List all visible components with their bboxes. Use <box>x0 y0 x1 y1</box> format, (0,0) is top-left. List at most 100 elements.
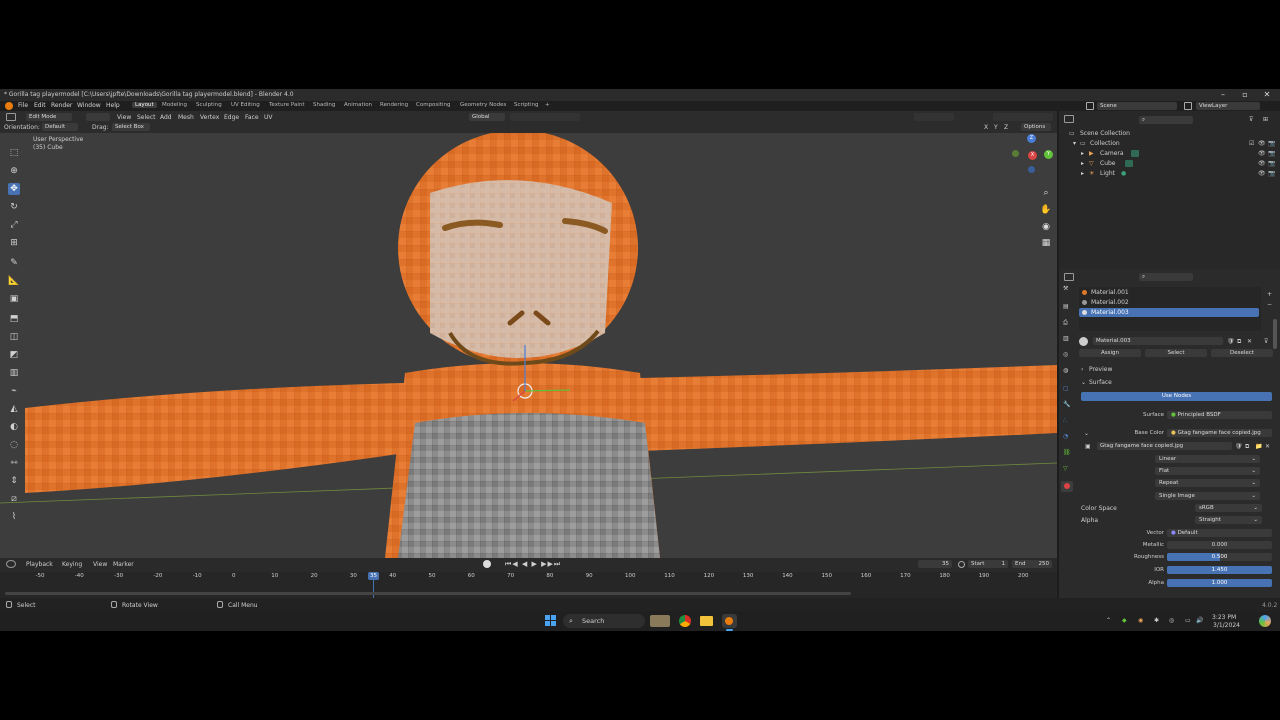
properties-scrollbar[interactable] <box>1273 319 1277 349</box>
annotate-tool-icon[interactable]: ✎ <box>8 257 20 269</box>
interpolation-select[interactable]: Linear ⌄ <box>1155 455 1260 463</box>
spin-tool-icon[interactable]: ◐ <box>8 421 20 433</box>
menu-select[interactable]: Select <box>137 114 156 121</box>
cube-mesh-data-icon[interactable] <box>1125 160 1133 167</box>
tab-scripting[interactable]: Scripting <box>511 102 541 108</box>
material-filter-icon[interactable]: ⊽ <box>1264 338 1268 345</box>
unlink-image-icon[interactable]: ✕ <box>1265 443 1270 450</box>
gizmo-x-axis[interactable]: X <box>1028 151 1037 160</box>
image-icon[interactable]: ▣ <box>1085 443 1091 450</box>
navigation-gizmo[interactable]: Z Y X <box>1010 133 1056 179</box>
menu-window[interactable]: Window <box>77 102 101 109</box>
gizmo-neg-z[interactable] <box>1028 166 1035 173</box>
tray-app-icon[interactable]: ◉ <box>1138 617 1143 624</box>
blender-logo-icon[interactable] <box>5 102 13 110</box>
menu-edit[interactable]: Edit <box>34 102 46 109</box>
scale-tool-icon[interactable]: ⤢ <box>8 219 20 231</box>
material-slot-1[interactable]: Material.001 <box>1091 289 1129 296</box>
tab-sculpting[interactable]: Sculpting <box>193 102 225 108</box>
add-material-slot-icon[interactable]: + <box>1267 291 1272 298</box>
alpha-slider[interactable]: 1.000 <box>1167 579 1272 587</box>
tab-rendering[interactable]: Rendering <box>377 102 411 108</box>
network-icon[interactable]: ▭ <box>1185 617 1191 624</box>
light-visibility-icon[interactable]: 👁 <box>1258 170 1266 177</box>
menu-help[interactable]: Help <box>106 102 120 109</box>
unlink-material-icon[interactable]: ✕ <box>1247 338 1252 345</box>
taskbar-search[interactable]: ⌕ Search <box>563 614 645 628</box>
image-fake-user-icon[interactable]: 🛡 <box>1235 443 1243 450</box>
material-name-field[interactable]: Material.003 <box>1093 337 1223 345</box>
camera-visibility-icon[interactable]: 👁 <box>1258 150 1266 157</box>
blender-taskbar-icon[interactable] <box>722 614 737 628</box>
clock-time[interactable]: 3:23 PM <box>1212 614 1236 621</box>
material-slot-list[interactable]: Material.001 Material.002 Material.003 <box>1079 287 1261 331</box>
menu-vertex[interactable]: Vertex <box>200 114 219 121</box>
object-tab-icon[interactable]: ▢ <box>1063 385 1069 392</box>
perspective-toggle-icon[interactable]: ▦ <box>1040 237 1052 249</box>
alpha-mode-select[interactable]: Straight ⌄ <box>1195 516 1262 524</box>
drag-selector[interactable]: Select Box <box>112 123 150 131</box>
timeline-scrollbar[interactable] <box>5 592 851 595</box>
particles-tab-icon[interactable]: ∴ <box>1063 417 1067 424</box>
tab-modeling[interactable]: Modeling <box>159 102 190 108</box>
outliner-editor-icon[interactable] <box>1064 115 1074 123</box>
outliner-search-input[interactable]: ⌕ <box>1139 116 1193 124</box>
tray-app-icon[interactable]: ◎ <box>1169 617 1174 624</box>
material-tab-icon[interactable] <box>1061 481 1073 492</box>
menu-view[interactable]: View <box>117 114 131 121</box>
menu-mesh[interactable]: Mesh <box>178 114 194 121</box>
knife-tool-icon[interactable]: ⌁ <box>8 385 20 397</box>
tab-geometry-nodes[interactable]: Geometry Nodes <box>457 102 509 108</box>
view-layer-icon[interactable] <box>1184 102 1192 110</box>
select-box-icon[interactable]: ⬚ <box>8 147 20 159</box>
tray-chevron-icon[interactable]: ⌃ <box>1106 617 1111 624</box>
add-workspace-button[interactable]: + <box>542 102 553 108</box>
surface-panel-header[interactable]: Surface <box>1089 379 1112 386</box>
tab-compositing[interactable]: Compositing <box>413 102 453 108</box>
fake-user-icon[interactable]: 🛡 <box>1227 338 1235 345</box>
pan-hand-icon[interactable]: ✋ <box>1040 204 1052 216</box>
preview-panel-header[interactable]: Preview <box>1089 366 1112 373</box>
physics-tab-icon[interactable]: ◔ <box>1063 433 1068 440</box>
timeline-editor-icon[interactable] <box>6 560 16 568</box>
scene-icon[interactable] <box>1086 102 1094 110</box>
outliner-item-light[interactable]: Light <box>1100 170 1115 177</box>
timeline-menu-marker[interactable]: Marker <box>113 561 134 568</box>
data-tab-icon[interactable]: ▽ <box>1063 465 1068 472</box>
tab-layout[interactable]: Layout <box>132 102 157 108</box>
collection-expand-icon[interactable]: ▾ <box>1073 140 1076 147</box>
timeline-ruler[interactable]: -50 -40 -30 -20 -10 0 10 20 30 40 50 60 70 80 90 100 110… <box>0 572 1057 598</box>
tab-shading[interactable]: Shading <box>310 102 338 108</box>
shrink-fatten-tool-icon[interactable]: ⇕ <box>8 475 20 487</box>
edge-slide-tool-icon[interactable]: ⇿ <box>8 457 20 469</box>
collection-label[interactable]: Collection <box>1090 140 1120 147</box>
image-duplicate-icon[interactable]: ⧉ <box>1245 443 1249 451</box>
measure-tool-icon[interactable]: 📐 <box>8 275 20 287</box>
assign-button[interactable]: Assign <box>1079 349 1141 357</box>
editor-type-icon[interactable] <box>6 113 16 121</box>
collection-camera-icon[interactable]: 📷 <box>1268 140 1275 147</box>
camera-expand-icon[interactable]: ▸ <box>1081 150 1084 157</box>
properties-editor-icon[interactable] <box>1064 273 1074 281</box>
gizmo-neg-y[interactable] <box>1012 150 1019 157</box>
collection-checkbox[interactable]: ☑ <box>1249 140 1254 147</box>
menu-edge[interactable]: Edge <box>224 114 239 121</box>
scene-tab-icon[interactable]: ◎ <box>1063 351 1068 358</box>
scene-collection-label[interactable]: Scene Collection <box>1080 130 1130 137</box>
start-menu-icon[interactable] <box>545 615 557 627</box>
chrome-icon[interactable] <box>679 615 691 627</box>
scene-selector[interactable]: Scene <box>1097 102 1177 110</box>
render-tab-icon[interactable]: ▤ <box>1063 303 1069 310</box>
file-explorer-icon[interactable] <box>700 616 713 626</box>
base-color-field[interactable]: ● Gtag fangame face copied.jpg <box>1167 429 1272 437</box>
minimize-icon[interactable]: – <box>1218 90 1228 100</box>
remove-material-slot-icon[interactable]: − <box>1267 301 1272 308</box>
outliner-item-cube[interactable]: Cube <box>1100 160 1116 167</box>
menu-add[interactable]: Add <box>160 114 172 121</box>
camera-view-icon[interactable]: ◉ <box>1040 221 1052 233</box>
duplicate-material-icon[interactable]: ⧉ <box>1237 338 1241 346</box>
tab-animation[interactable]: Animation <box>341 102 375 108</box>
cursor-icon[interactable]: ⊕ <box>8 165 20 177</box>
constraints-tab-icon[interactable]: ⛓ <box>1063 449 1071 456</box>
menu-render[interactable]: Render <box>51 102 72 109</box>
